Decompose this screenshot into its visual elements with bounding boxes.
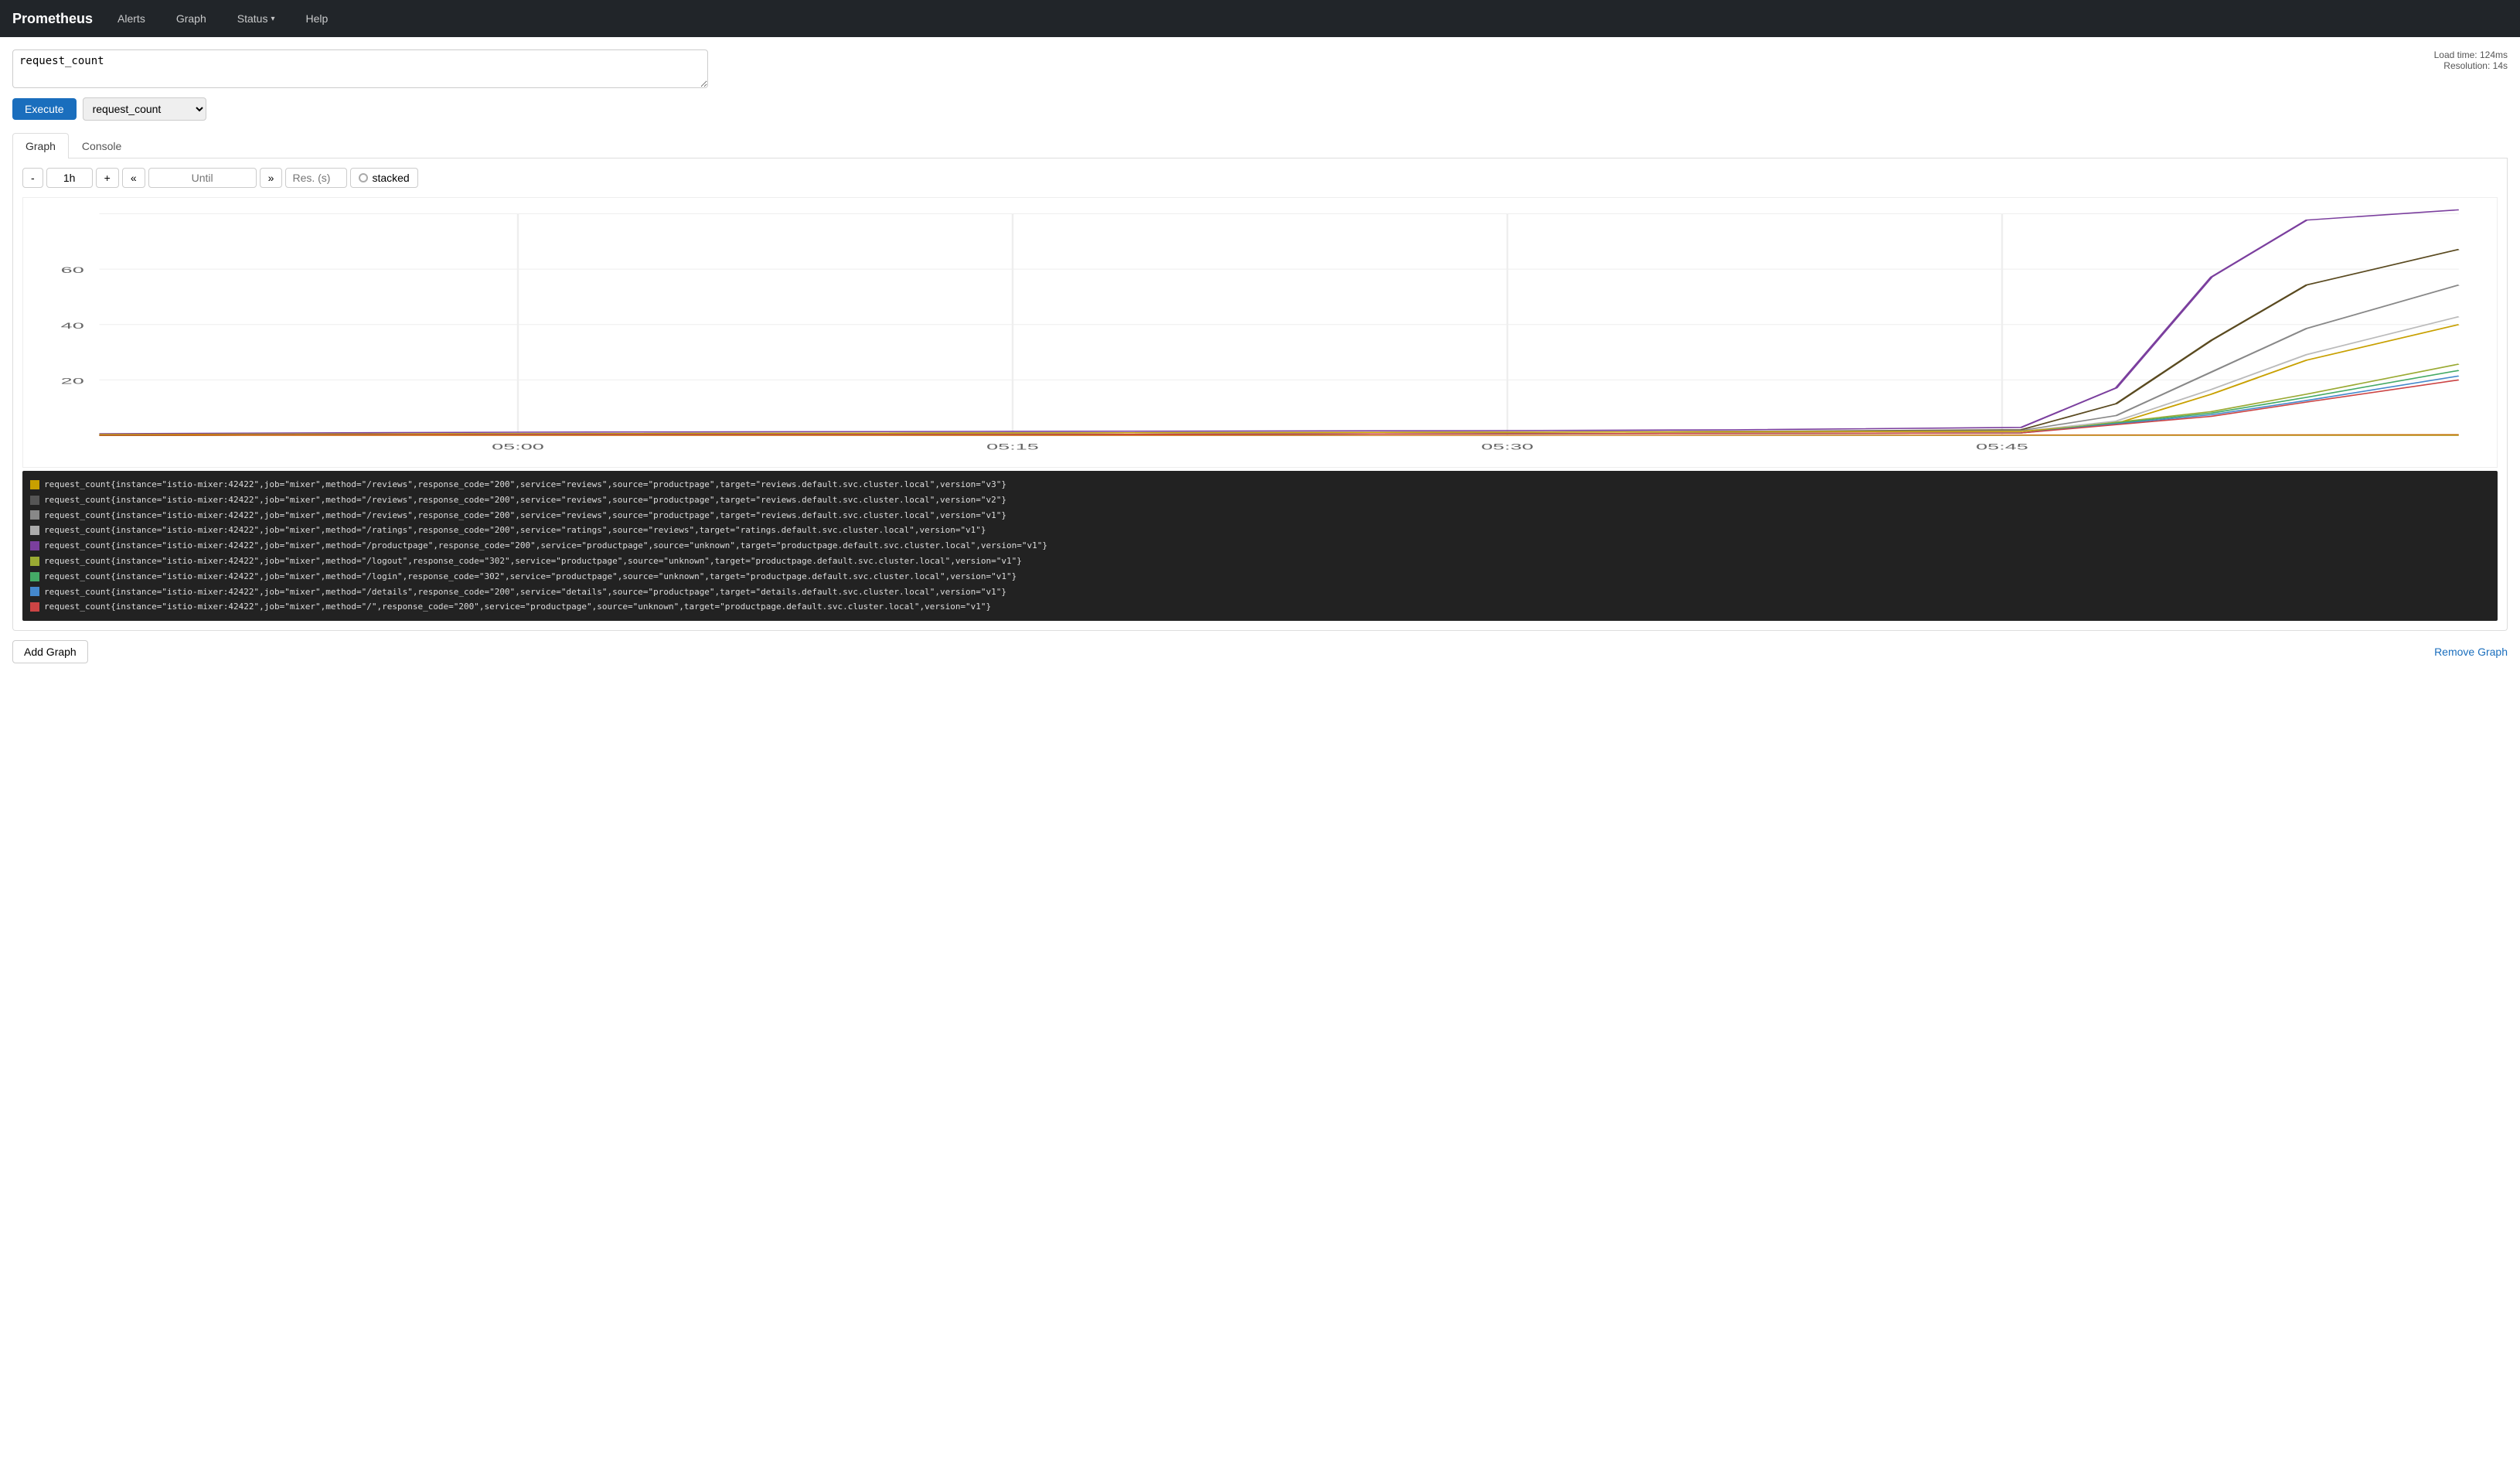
legend-color [30,480,39,489]
legend-item: request_count{instance="istio-mixer:4242… [30,599,2490,615]
resolution-text: Resolution: 14s [2434,60,2508,71]
brand-link[interactable]: Prometheus [12,11,93,27]
zoom-out-button[interactable]: - [22,168,43,188]
load-time-text: Load time: 124ms [2434,49,2508,60]
query-row: Load time: 124ms Resolution: 14s [12,49,2508,88]
legend-text: request_count{instance="istio-mixer:4242… [44,554,1022,569]
legend-item: request_count{instance="istio-mixer:4242… [30,477,2490,493]
svg-text:05:15: 05:15 [986,442,1039,452]
legend-color [30,541,39,550]
nav-graph[interactable]: Graph [170,9,213,28]
navbar: Prometheus Alerts Graph Status ▾ Help [0,0,2520,37]
legend-item: request_count{instance="istio-mixer:4242… [30,493,2490,508]
svg-text:05:00: 05:00 [492,442,544,452]
legend-text: request_count{instance="istio-mixer:4242… [44,493,1006,508]
legend-text: request_count{instance="istio-mixer:4242… [44,569,1017,585]
stacked-circle-icon [359,173,368,182]
legend-color [30,572,39,581]
legend-item: request_count{instance="istio-mixer:4242… [30,569,2490,585]
svg-text:60: 60 [61,265,84,274]
svg-text:20: 20 [61,377,84,386]
forward-button[interactable]: » [260,168,283,188]
legend-text: request_count{instance="istio-mixer:4242… [44,585,1006,600]
legend-color [30,510,39,520]
load-time-info: Load time: 124ms Resolution: 14s [2434,49,2508,71]
tab-console[interactable]: Console [69,133,135,158]
legend-color [30,526,39,535]
nav-help[interactable]: Help [299,9,334,28]
metric-select[interactable]: request_count [83,97,206,121]
legend-color [30,496,39,505]
legend-text: request_count{instance="istio-mixer:4242… [44,477,1006,493]
until-input[interactable] [148,168,257,188]
legend-item: request_count{instance="istio-mixer:4242… [30,523,2490,538]
add-graph-button[interactable]: Add Graph [12,640,88,663]
svg-text:40: 40 [61,321,84,330]
duration-input[interactable] [46,168,93,188]
execute-row: Execute request_count [12,97,2508,121]
nav-alerts[interactable]: Alerts [111,9,152,28]
legend: request_count{instance="istio-mixer:4242… [22,471,2498,621]
legend-item: request_count{instance="istio-mixer:4242… [30,585,2490,600]
legend-item: request_count{instance="istio-mixer:4242… [30,508,2490,523]
graph-controls: - + « » stacked [22,168,2498,188]
legend-color [30,602,39,612]
chart-svg: 60 40 20 05:00 05:15 05:30 05:45 [23,198,2497,467]
tabs: Graph Console [12,133,2508,158]
main-content: Load time: 124ms Resolution: 14s Execute… [0,37,2520,1469]
remove-graph-button[interactable]: Remove Graph [2434,646,2508,658]
status-dropdown-arrow: ▾ [271,15,274,23]
legend-text: request_count{instance="istio-mixer:4242… [44,523,986,538]
bottom-actions: Add Graph Remove Graph [12,640,2508,663]
svg-text:05:45: 05:45 [1976,442,2028,452]
graph-panel: - + « » stacked [12,158,2508,631]
legend-text: request_count{instance="istio-mixer:4242… [44,508,1006,523]
chart-container: 60 40 20 05:00 05:15 05:30 05:45 [22,197,2498,468]
legend-color [30,587,39,596]
legend-text: request_count{instance="istio-mixer:4242… [44,599,991,615]
zoom-in-button[interactable]: + [96,168,119,188]
resolution-input[interactable] [285,168,347,188]
tab-graph[interactable]: Graph [12,133,69,158]
execute-button[interactable]: Execute [12,98,77,120]
stacked-label: stacked [372,172,409,184]
back-button[interactable]: « [122,168,145,188]
legend-item: request_count{instance="istio-mixer:4242… [30,554,2490,569]
legend-color [30,557,39,566]
legend-item: request_count{instance="istio-mixer:4242… [30,538,2490,554]
svg-text:05:30: 05:30 [1481,442,1534,452]
nav-status[interactable]: Status ▾ [231,9,281,28]
stacked-button[interactable]: stacked [350,168,417,188]
legend-text: request_count{instance="istio-mixer:4242… [44,538,1047,554]
query-textarea[interactable] [12,49,708,88]
